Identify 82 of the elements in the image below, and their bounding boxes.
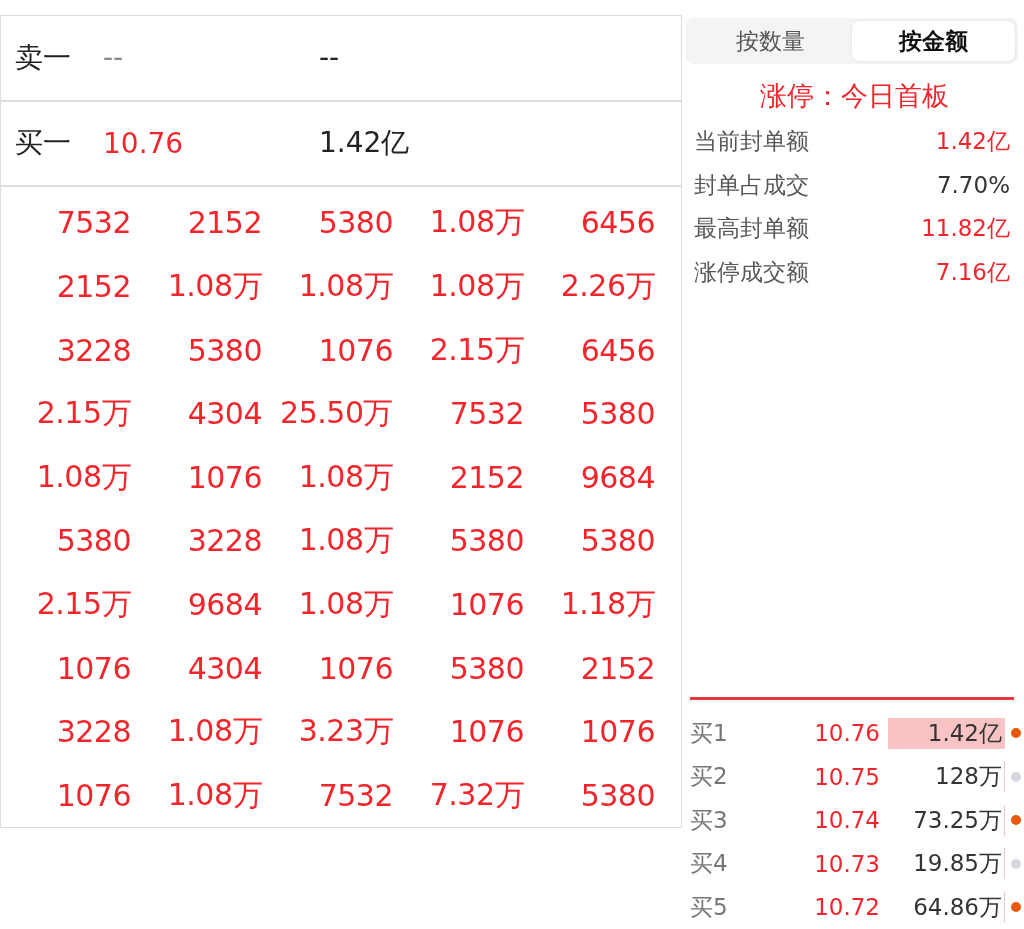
bid-amount: 64.86万: [888, 891, 1005, 923]
order-amount: 1.08万: [298, 584, 393, 623]
order-amount: 25.50万: [280, 394, 393, 433]
order-amount: 1.08万: [36, 457, 131, 496]
order-amount: 5380: [580, 396, 655, 432]
order-amount: 1076: [318, 650, 393, 686]
bid-amount: 1.42亿: [888, 717, 1005, 749]
order-amount: 1076: [56, 777, 131, 813]
stat-label: 当前封单额: [694, 127, 809, 157]
order-amount: 2.26万: [560, 266, 655, 305]
order-amount: 1.08万: [429, 266, 524, 305]
order-amount: 1.08万: [167, 266, 262, 305]
bid-price: 10.73: [813, 850, 880, 877]
bid-level: 买4: [689, 849, 729, 879]
bid-price: 10.75: [813, 763, 880, 790]
order-amount: 1.08万: [167, 775, 262, 814]
order-amount: 7532: [318, 777, 393, 813]
order-amount: 1076: [318, 332, 393, 368]
order-amount: 3228: [187, 523, 262, 559]
order-amount: 5380: [187, 332, 262, 368]
order-amount: 7532: [56, 205, 131, 241]
order-amount: 1.08万: [167, 712, 262, 751]
order-amount: 5380: [580, 777, 655, 813]
quote-price: 10.76: [103, 126, 185, 160]
order-amount: 5380: [449, 523, 524, 559]
order-amount: 2.15万: [36, 584, 131, 623]
bid-amount: 128万: [888, 761, 1005, 793]
order-amount: 5380: [56, 523, 131, 559]
order-amount: 1.08万: [429, 203, 524, 242]
quote-amount: --: [319, 41, 340, 75]
order-amount: 4304: [187, 650, 262, 686]
order-amount: 1.18万: [560, 584, 655, 623]
order-amount: 5380: [449, 650, 524, 686]
stat-value: 1.42亿: [935, 127, 1010, 157]
bid-price: 10.76: [813, 720, 880, 747]
quote-label: 卖一: [15, 39, 72, 76]
order-amount: 4304: [187, 396, 262, 432]
stat-value: 7.16亿: [935, 257, 1010, 287]
order-amount: 2152: [56, 268, 131, 304]
order-amount: 6456: [580, 205, 655, 241]
order-amount: 1076: [187, 459, 262, 495]
order-amount: 3228: [56, 714, 131, 750]
order-amount: 2.15万: [429, 330, 524, 369]
bid-price: 10.74: [813, 807, 880, 834]
order-amount: 5380: [580, 523, 655, 559]
order-amount: 9684: [187, 586, 262, 622]
stat-label: 封单占成交: [694, 170, 809, 200]
order-amount: 2152: [580, 650, 655, 686]
order-amount: 2.15万: [36, 394, 131, 433]
order-amount: 1.08万: [298, 457, 393, 496]
bid-level: 买5: [689, 892, 729, 922]
bid-level: 买1: [689, 718, 729, 748]
limit-status: 涨停：今日首板: [758, 79, 950, 113]
quote-label: 买一: [15, 125, 72, 162]
stat-value: 11.82亿: [921, 214, 1010, 244]
bid-level: 买3: [689, 805, 729, 835]
order-amount: 1076: [580, 714, 655, 750]
order-amount: 7532: [449, 396, 524, 432]
stat-label: 最高封单额: [694, 214, 809, 244]
tab[interactable]: 按金额: [852, 21, 1015, 61]
stat-value: 7.70%: [936, 172, 1010, 199]
order-amount: 2152: [187, 205, 262, 241]
order-amount: 7.32万: [429, 775, 524, 814]
order-amount: 6456: [580, 332, 655, 368]
order-amount: 9684: [580, 459, 655, 495]
order-amount: 1076: [449, 586, 524, 622]
bid-amount: 19.85万: [888, 848, 1005, 880]
quote-price: --: [103, 41, 125, 75]
stat-label: 涨停成交额: [694, 257, 809, 287]
bid-amount: 73.25万: [888, 804, 1005, 836]
quote-amount: 1.42亿: [319, 125, 410, 162]
order-amount: 2152: [449, 459, 524, 495]
order-amount: 1076: [449, 714, 524, 750]
tab[interactable]: 按数量: [689, 21, 852, 61]
bid-price: 10.72: [813, 894, 880, 921]
order-amount: 3.23万: [298, 712, 393, 751]
order-amount: 1.08万: [298, 521, 393, 560]
order-amount: 1.08万: [298, 266, 393, 305]
order-amount: 3228: [56, 332, 131, 368]
order-amount: 5380: [318, 205, 393, 241]
order-amount: 1076: [56, 650, 131, 686]
bid-level: 买2: [689, 762, 729, 792]
